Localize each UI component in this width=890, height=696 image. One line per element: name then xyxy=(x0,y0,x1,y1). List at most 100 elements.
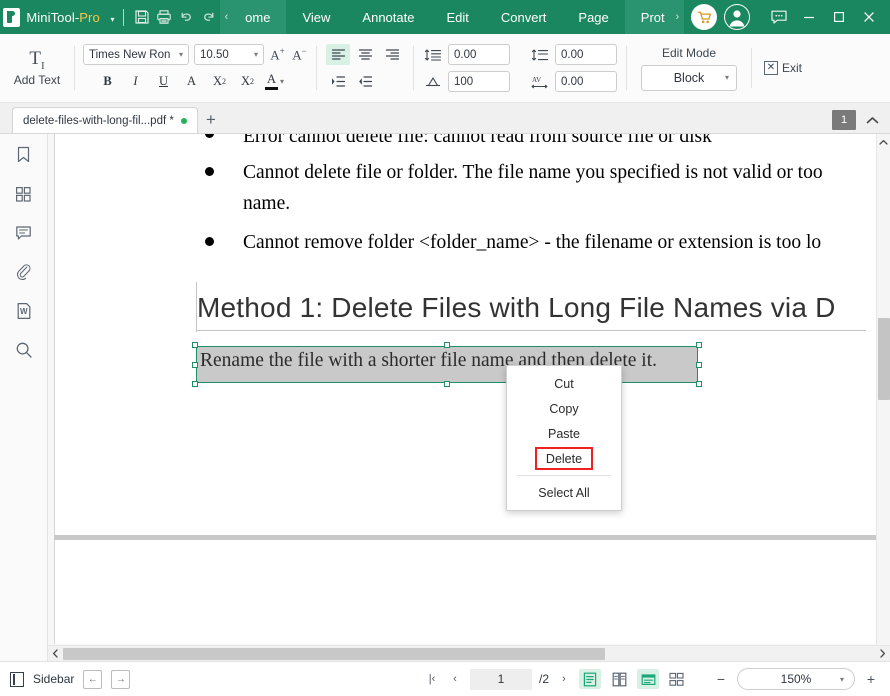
horizontal-scrollbar[interactable] xyxy=(48,645,890,661)
resize-handle-n[interactable] xyxy=(444,342,450,348)
undo-icon[interactable] xyxy=(175,0,197,34)
pdf-page-2[interactable] xyxy=(54,540,876,644)
resize-handle-ne[interactable] xyxy=(696,342,702,348)
decrease-font-size-button[interactable]: A− xyxy=(291,46,308,63)
add-text-button[interactable]: TI Add Text xyxy=(0,34,74,102)
grid-view-icon[interactable] xyxy=(666,669,688,689)
redo-icon[interactable] xyxy=(197,0,219,34)
horizontal-scroll-track[interactable] xyxy=(63,646,875,662)
previous-page-button[interactable]: ‹ xyxy=(447,670,463,688)
feedback-chat-icon[interactable] xyxy=(764,0,794,34)
search-icon[interactable] xyxy=(10,337,38,363)
character-spacing-input[interactable]: 0.00 xyxy=(555,71,617,92)
next-view-button[interactable]: → xyxy=(111,669,131,689)
decrease-indent-button[interactable] xyxy=(353,71,377,92)
align-center-button[interactable] xyxy=(353,44,377,65)
scroll-up-button[interactable] xyxy=(877,134,890,150)
brand-dropdown-icon[interactable]: ▾ xyxy=(111,15,115,24)
menu-item-protect[interactable]: Prot xyxy=(624,0,671,34)
vertical-scroll-thumb[interactable] xyxy=(877,318,890,400)
bold-button[interactable]: B xyxy=(97,71,118,92)
font-family-select[interactable]: Times New Ron ▾ xyxy=(83,44,189,65)
context-menu-label: Copy xyxy=(549,401,579,416)
document-tab-strip: delete-files-with-long-fil...pdf * + 1 xyxy=(0,103,890,134)
page-indicator-badge: 1 xyxy=(832,110,856,130)
divider xyxy=(517,475,611,476)
resize-handle-w[interactable] xyxy=(192,362,198,368)
sidebar-label[interactable]: Sidebar xyxy=(33,672,74,686)
resize-handle-e[interactable] xyxy=(696,362,702,368)
menu-item-page[interactable]: Page xyxy=(562,0,624,34)
edit-mode-select[interactable]: Block ▾ xyxy=(641,64,737,91)
menu-item-home[interactable]: ome xyxy=(233,0,287,34)
bookmark-icon[interactable] xyxy=(10,142,38,168)
font-color-button[interactable]: A ▾ xyxy=(265,73,284,90)
superscript-button[interactable]: X2 xyxy=(209,71,230,92)
save-icon[interactable] xyxy=(130,0,152,34)
next-page-button[interactable]: › xyxy=(556,670,572,688)
strikethrough-button[interactable]: A xyxy=(181,71,202,92)
title-bar: MiniTool-Pro ▾ ‹ ome View Annotate Edit … xyxy=(0,0,890,34)
word-convert-icon[interactable]: W xyxy=(10,298,38,324)
context-menu-item-delete[interactable]: Delete xyxy=(507,446,621,471)
minimize-button[interactable] xyxy=(794,0,824,34)
resize-handle-se[interactable] xyxy=(696,381,702,387)
menu-scroll-left-icon[interactable]: ‹ xyxy=(219,0,234,34)
increase-indent-button[interactable] xyxy=(326,71,350,92)
print-icon[interactable] xyxy=(153,0,175,34)
exit-edit-button[interactable]: ✕ Exit xyxy=(752,34,802,102)
vertical-scroll-track[interactable] xyxy=(877,150,890,645)
horizontal-scroll-thumb[interactable] xyxy=(63,647,605,660)
maximize-button[interactable] xyxy=(824,0,854,34)
zoom-out-button[interactable]: − xyxy=(712,670,730,688)
resize-handle-nw[interactable] xyxy=(192,342,198,348)
comment-icon[interactable] xyxy=(10,220,38,246)
sidebar-icon[interactable] xyxy=(10,671,24,687)
context-menu-item-paste[interactable]: Paste xyxy=(507,421,621,446)
pdf-page-1[interactable]: Error cannot delete file: cannot read fr… xyxy=(54,134,876,535)
two-page-view-icon[interactable] xyxy=(608,669,630,689)
zoom-level-select[interactable]: 150% ▾ xyxy=(737,668,855,690)
underline-button[interactable]: U xyxy=(153,71,174,92)
paragraph-spacing-input[interactable]: 0.00 xyxy=(555,44,617,65)
scroll-right-button[interactable] xyxy=(875,646,890,662)
account-icon[interactable] xyxy=(724,4,751,30)
horizontal-scale-input[interactable]: 100 xyxy=(448,71,510,92)
font-size-select[interactable]: 10.50 ▾ xyxy=(194,44,264,65)
italic-button[interactable]: I xyxy=(125,71,146,92)
brand-pro: Pro xyxy=(79,9,100,25)
current-page-input[interactable]: 1 xyxy=(469,668,532,690)
menu-item-view[interactable]: View xyxy=(286,0,346,34)
new-tab-button[interactable]: + xyxy=(198,107,224,133)
resize-handle-s[interactable] xyxy=(444,381,450,387)
chevron-up-icon[interactable] xyxy=(862,110,882,130)
selected-text-block[interactable]: Rename the file with a shorter file name… xyxy=(192,342,702,387)
thumbnails-icon[interactable] xyxy=(10,181,38,207)
line-spacing-input[interactable]: 0.00 xyxy=(448,44,510,65)
attachment-icon[interactable] xyxy=(10,259,38,285)
align-right-button[interactable] xyxy=(380,44,404,65)
zoom-in-button[interactable]: + xyxy=(862,670,880,688)
cart-icon[interactable] xyxy=(691,4,718,30)
menu-item-convert[interactable]: Convert xyxy=(485,0,563,34)
single-page-view-icon[interactable] xyxy=(579,669,601,689)
document-viewport[interactable]: Error cannot delete file: cannot read fr… xyxy=(48,134,890,661)
subscript-button[interactable]: X2 xyxy=(237,71,258,92)
continuous-view-icon[interactable] xyxy=(637,669,659,689)
menu-scroll-right-icon[interactable]: › xyxy=(670,0,685,34)
menu-item-edit[interactable]: Edit xyxy=(430,0,484,34)
increase-font-size-button[interactable]: A+ xyxy=(269,46,286,63)
context-menu-item-copy[interactable]: Copy xyxy=(507,396,621,421)
menu-item-annotate[interactable]: Annotate xyxy=(346,0,430,34)
resize-handle-sw[interactable] xyxy=(192,381,198,387)
scroll-left-button[interactable] xyxy=(48,646,63,662)
close-button[interactable] xyxy=(854,0,884,34)
align-left-button[interactable] xyxy=(326,44,350,65)
context-menu-item-cut[interactable]: Cut xyxy=(507,371,621,396)
context-menu-item-select-all[interactable]: Select All xyxy=(507,480,621,505)
line-spacing-value: 0.00 xyxy=(454,48,477,61)
previous-view-button[interactable]: ← xyxy=(83,669,103,689)
vertical-scrollbar[interactable] xyxy=(876,134,890,661)
document-tab[interactable]: delete-files-with-long-fil...pdf * xyxy=(12,107,198,133)
first-page-button[interactable]: |‹ xyxy=(424,670,440,688)
